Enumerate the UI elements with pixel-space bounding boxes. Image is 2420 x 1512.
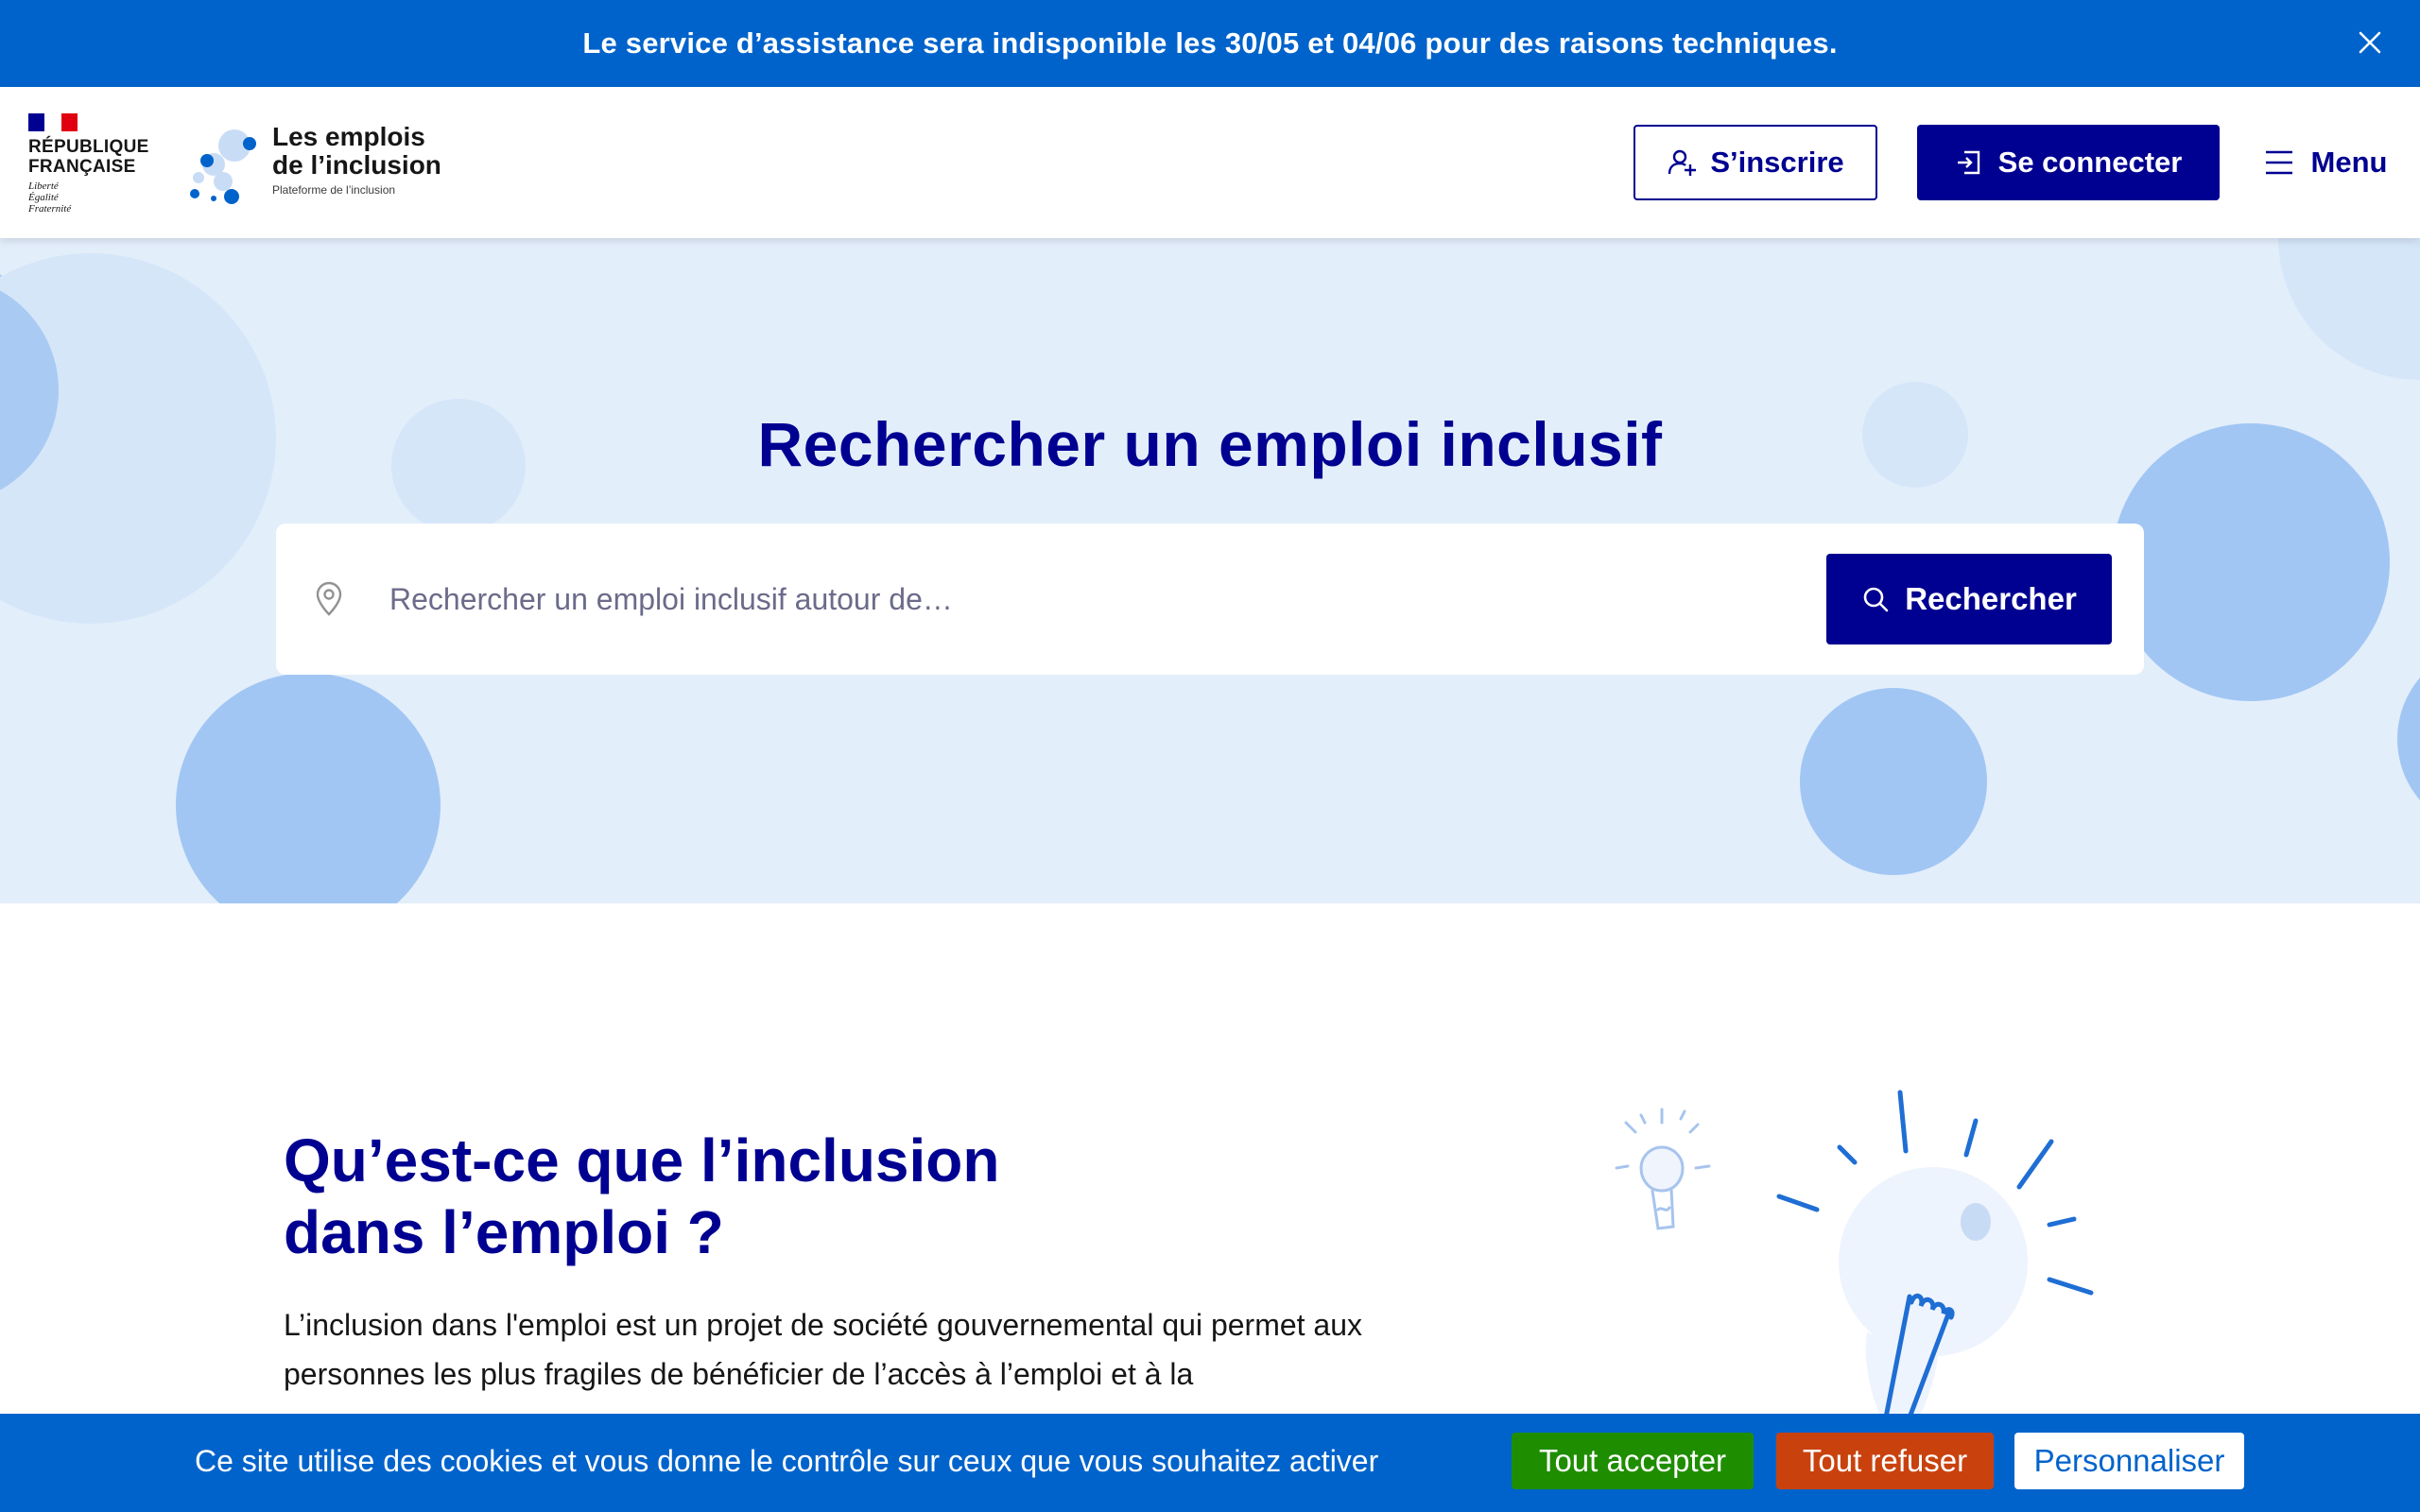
rf-name-line2: FRANÇAISE: [28, 157, 136, 177]
info-title-line2: dans l’emploi ?: [284, 1198, 724, 1266]
lightbulb-illustration-icon: [1615, 1090, 2094, 1418]
search-button[interactable]: Rechercher: [1826, 554, 2112, 644]
decor-bubble: [176, 673, 441, 903]
announcement-banner: Le service d’assistance sera indisponibl…: [0, 0, 2420, 87]
info-text: L’inclusion dans l'emploi est un projet …: [284, 1308, 1363, 1391]
rf-motto-line2: Égalité: [28, 192, 59, 203]
info-title: Qu’est-ce que l’inclusion dans l’emploi …: [284, 1125, 1134, 1268]
location-pin-icon: [316, 581, 342, 616]
brand-title: Les emplois de l’inclusion: [272, 123, 441, 180]
login-label: Se connecter: [1997, 146, 2183, 179]
cookie-text: Ce site utilise des cookies et vous donn…: [195, 1444, 1379, 1478]
rf-motto-line3: Fraternité: [28, 203, 72, 215]
rf-motto: Liberté Égalité Fraternité: [28, 180, 151, 215]
info-title-line1: Qu’est-ce que l’inclusion: [284, 1126, 1000, 1194]
search-input[interactable]: [389, 561, 1694, 637]
brand-text: Les emplois de l’inclusion Plateforme de…: [272, 123, 441, 198]
login-button[interactable]: Se connecter: [1917, 125, 2220, 200]
menu-label: Menu: [2310, 146, 2388, 179]
signup-label: S’inscrire: [1710, 146, 1844, 179]
search-button-label: Rechercher: [1905, 581, 2077, 616]
rf-name-line1: RÉPUBLIQUE: [28, 137, 149, 157]
rf-name: RÉPUBLIQUE FRANÇAISE: [28, 137, 151, 177]
marianne-flag-icon: [28, 113, 78, 131]
decor-bubble: [2397, 644, 2420, 833]
menu-button[interactable]: Menu: [2252, 125, 2399, 200]
hamburger-icon: [2265, 150, 2292, 175]
announcement-text: Le service d’assistance sera indisponibl…: [582, 26, 1838, 60]
login-icon: [1957, 150, 1979, 175]
decor-bubble: [1800, 688, 1987, 875]
brand-title-line1: Les emplois: [272, 122, 425, 151]
customize-cookies-button[interactable]: Personnaliser: [2014, 1433, 2244, 1489]
brand-logo[interactable]: Les emplois de l’inclusion Plateforme de…: [185, 123, 459, 208]
user-add-icon: [1668, 149, 1697, 176]
search-icon: [1863, 587, 1889, 612]
hero-title: Rechercher un emploi inclusif: [757, 409, 1663, 479]
close-icon[interactable]: [2348, 21, 2392, 64]
brand-title-line2: de l’inclusion: [272, 150, 441, 180]
accept-cookies-button[interactable]: Tout accepter: [1512, 1433, 1754, 1489]
refuse-cookies-button[interactable]: Tout refuser: [1776, 1433, 1994, 1489]
signup-button[interactable]: S’inscrire: [1634, 125, 1877, 200]
decor-bubble: [2278, 238, 2420, 380]
rf-motto-line1: Liberté: [28, 180, 59, 192]
site-header: RÉPUBLIQUE FRANÇAISE Liberté Égalité Fra…: [0, 87, 2420, 238]
republique-francaise-logo[interactable]: RÉPUBLIQUE FRANÇAISE Liberté Égalité Fra…: [28, 113, 151, 217]
cookie-banner: Ce site utilise des cookies et vous donn…: [0, 1414, 2420, 1512]
search-box: Rechercher: [276, 524, 2144, 675]
hero-section: Rechercher un emploi inclusif Rechercher: [0, 238, 2420, 903]
brand-subtitle: Plateforme de l’inclusion: [272, 183, 396, 197]
brand-dots-icon: [190, 129, 256, 204]
